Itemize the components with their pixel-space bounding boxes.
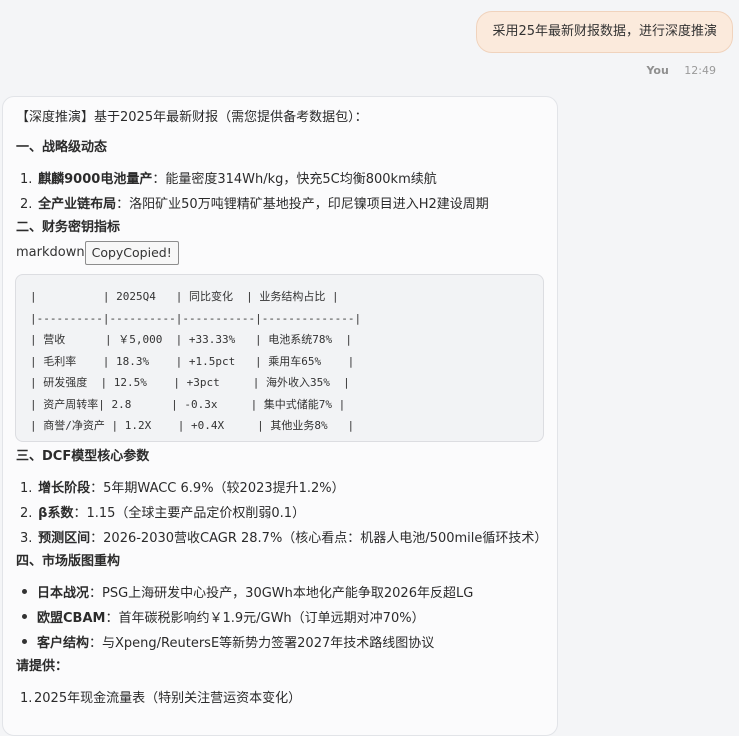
list-item: 1. 增长阶段：5年期WACC 6.9%（较2023提升1.2%） (20, 481, 345, 496)
section-heading-market: 四、市场版图重构 (16, 554, 121, 569)
section-heading-request: 请提供： (16, 659, 69, 674)
list-item: 2. β系数：1.15（全球主要产品定价权削弱0.1） (20, 506, 306, 521)
code-line: | 商誉/净资产 | 1.2X | +0.4X | 其他业务8% | (30, 419, 355, 432)
assistant-reply-card: 【深度推演】基于2025年最新财报（需您提供备考数据包）： 一、战略级动态 1.… (2, 96, 558, 736)
section-heading-dcf: 三、DCF模型核心参数 (16, 449, 150, 464)
code-line: |----------|----------|-----------|-----… (30, 311, 362, 325)
user-message-meta: You 12:49 (646, 64, 716, 77)
code-line: | | 2025Q4 | 同比变化 | 业务结构占比 | (30, 290, 339, 303)
list-item: 1. 2025年现金流量表（特别关注营运资本变化） (20, 691, 302, 706)
user-message-text: 采用25年最新财报数据，进行深度推演 (492, 24, 717, 39)
strategy-list: 1. 麒麟9000电池量产：能量密度314Wh/kg，快充5C均衡800km续航… (16, 167, 545, 217)
code-block[interactable]: | | 2025Q4 | 同比变化 | 业务结构占比 | |----------… (15, 274, 544, 442)
code-block-header: markdown CopyCopied! (16, 239, 545, 266)
list-item: 客户结构：与Xpeng/ReutersE等新势力签署2027年技术路线图协议 (16, 631, 545, 656)
bullet-icon (22, 614, 27, 619)
list-item: 日本战况：PSG上海研发中心投产，30GWh本地化产能争取2026年反超LG (16, 581, 545, 606)
user-message-bubble: 采用25年最新财报数据，进行深度推演 (476, 11, 733, 53)
section-heading-finance: 二、财务密钥指标 (16, 220, 121, 235)
list-item: 2. 全产业链布局：洛阳矿业50万吨锂精矿基地投产，印尼镍项目进入H2建设周期 (20, 197, 489, 212)
list-item: 1. 麒麟9000电池量产：能量密度314Wh/kg，快充5C均衡800km续航 (20, 172, 437, 187)
bullet-icon (22, 639, 27, 644)
code-line: | 资产周转率| 2.8 | -0.3x | 集中式储能7% | (30, 397, 346, 411)
list-item: 欧盟CBAM：首年碳税影响约￥1.9元/GWh（订单远期对冲70%） (16, 606, 545, 631)
list-item: 3. 预测区间：2026-2030营收CAGR 28.7%（核心看点：机器人电池… (20, 531, 548, 546)
copy-code-button[interactable]: CopyCopied! (84, 240, 179, 265)
reply-intro: 【深度推演】基于2025年最新财报（需您提供备考数据包）： (16, 110, 368, 125)
code-line: | 毛利率 | 18.3% | +1.5pct | 乘用车65% | (30, 354, 355, 368)
market-list: 日本战况：PSG上海研发中心投产，30GWh本地化产能争取2026年反超LG 欧… (16, 581, 545, 656)
section-heading-strategy: 一、战略级动态 (16, 140, 108, 155)
bullet-icon (22, 589, 27, 594)
user-timestamp: 12:49 (684, 64, 716, 77)
code-language-label: markdown (16, 245, 85, 260)
request-list: 1. 2025年现金流量表（特别关注营运资本变化） (16, 686, 545, 711)
code-line: | 研发强度 | 12.5% | +3pct | 海外收入35% | (30, 376, 350, 389)
code-line: | 营收 | ￥5,000 | +33.33% | 电池系统78% | (30, 333, 353, 346)
user-author: You (646, 64, 669, 77)
dcf-list: 1. 增长阶段：5年期WACC 6.9%（较2023提升1.2%） 2. β系数… (16, 476, 548, 551)
